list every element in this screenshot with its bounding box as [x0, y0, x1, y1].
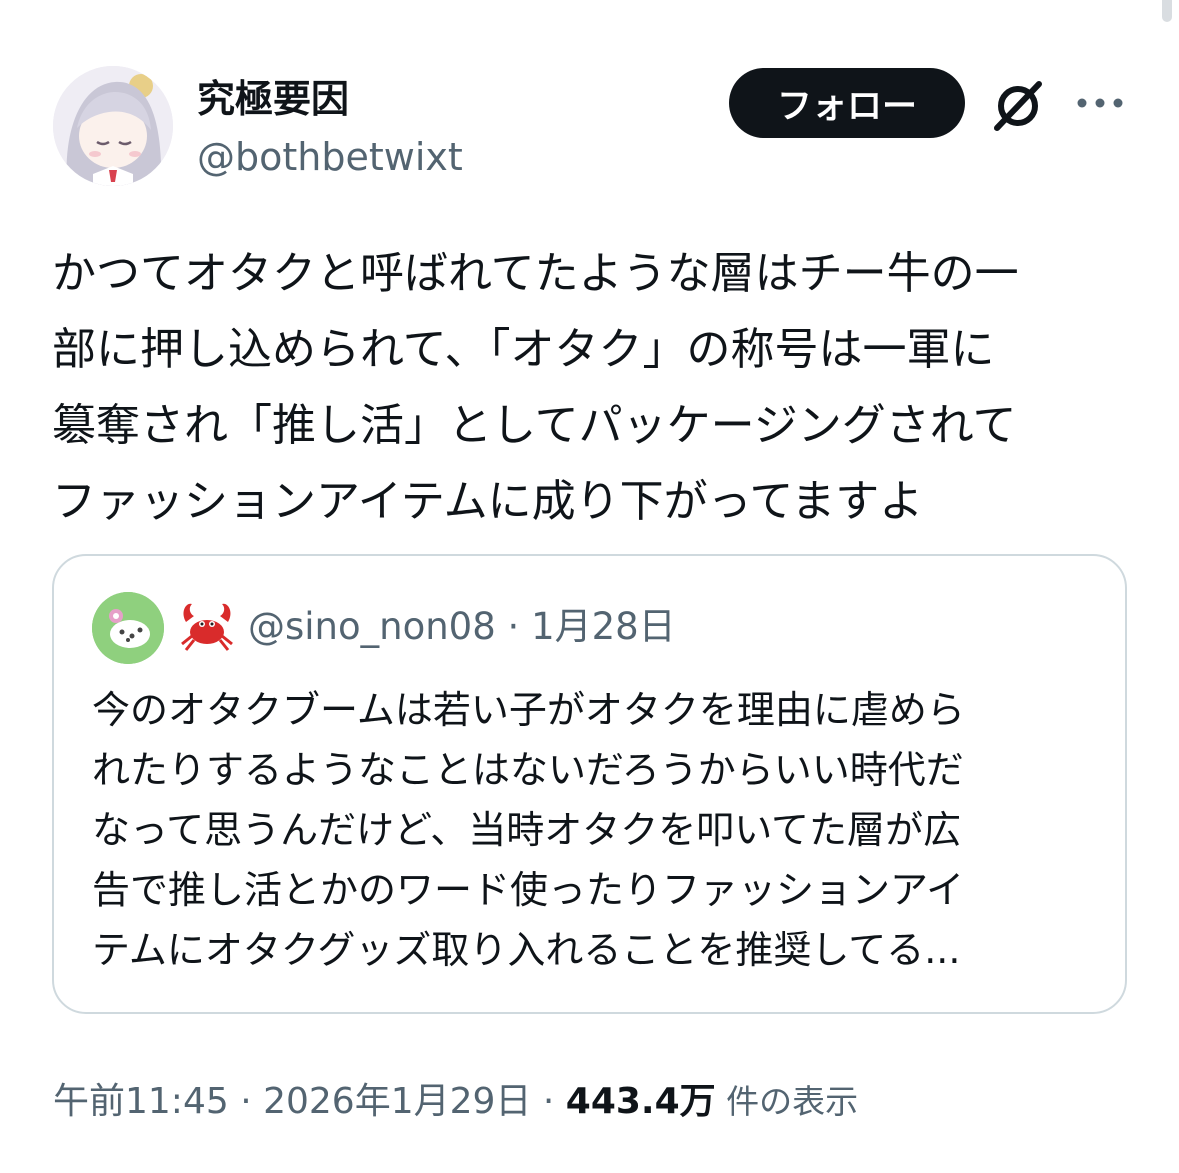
quote-meta: @sino_non08 · 1月28日 — [248, 604, 676, 650]
tweet-text: かつてオタクと呼ばれてたような層はチー牛の一 部に押し込められて、「オタク」の称… — [52, 236, 1132, 540]
quote-text-line: テムにオタクグッズ取り入れることを推奨してる... — [92, 928, 961, 972]
crab-icon — [181, 603, 233, 651]
quote-text-line: なって思うんだけど、当時オタクを叩いてた層が広 — [92, 808, 962, 852]
quote-text-line: 告で推し活とかのワード使ったりファッションアイ — [92, 868, 965, 912]
quote-text-line: 今のオタクブームは若い子がオタクを理由に虐めら — [92, 688, 965, 732]
grok-slash-icon[interactable] — [988, 78, 1048, 134]
tweet-text-line: かつてオタクと呼ばれてたような層はチー牛の一 — [52, 248, 1019, 299]
tweet-text-line: 簒奪され「推し活」としてパッケージングされて — [52, 400, 1017, 451]
tweet-footer-meta: 午前11:45 · 2026年1月29日 · 443.4万 件の表示 — [53, 1078, 858, 1126]
quote-text: 今のオタクブームは若い子がオタクを理由に虐めら れたりするようなことはないだろう… — [92, 680, 1092, 980]
quote-author-handle[interactable]: @sino_non08 — [248, 605, 496, 648]
views-count[interactable]: 443.4万 — [566, 1081, 716, 1122]
meta-separator: · — [495, 605, 532, 648]
tweet-text-line: 部に押し込められて、「オタク」の称号は一軍に — [52, 324, 995, 375]
author-avatar[interactable] — [53, 66, 173, 186]
quote-author-avatar[interactable] — [92, 592, 164, 664]
follow-button[interactable]: フォロー — [729, 68, 965, 138]
scroll-indicator[interactable] — [1162, 0, 1172, 22]
quote-avatar-illustration — [92, 592, 164, 664]
author-display-name[interactable]: 究極要因 — [197, 76, 349, 122]
more-horizontal-icon[interactable] — [1076, 96, 1124, 110]
quote-text-line: れたりするようなことはないだろうからいい時代だ — [92, 748, 964, 792]
author-handle[interactable]: @bothbetwixt — [197, 134, 463, 180]
tweet-date[interactable]: 2026年1月29日 — [263, 1081, 531, 1122]
meta-separator: · — [531, 1081, 566, 1122]
tweet-time[interactable]: 午前11:45 — [53, 1081, 229, 1122]
tweet-text-line: ファッションアイテムに成り下がってますよ — [52, 476, 924, 527]
quote-date[interactable]: 1月28日 — [531, 605, 676, 648]
avatar-illustration — [53, 66, 173, 186]
views-label: 件の表示 — [715, 1082, 859, 1121]
meta-separator: · — [228, 1081, 264, 1122]
quoted-tweet-card[interactable]: @sino_non08 · 1月28日 今のオタクブームは若い子がオタクを理由に… — [52, 554, 1127, 1014]
